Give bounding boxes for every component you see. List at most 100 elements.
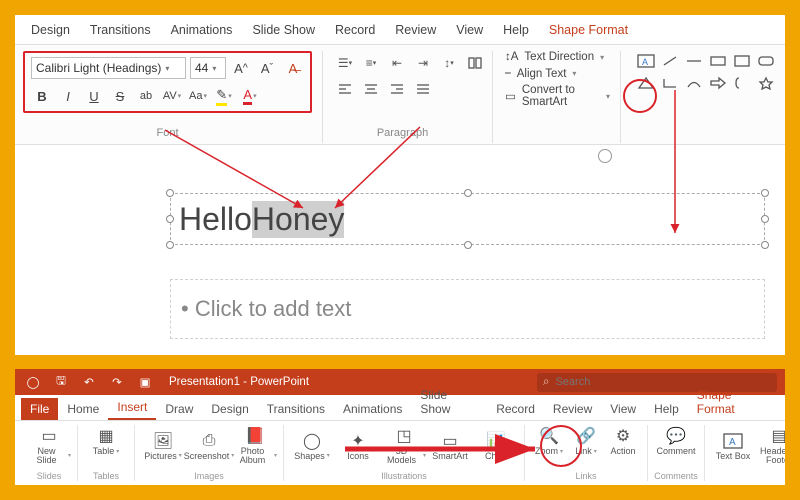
zoom-button[interactable]: 🔍Zoom▾ (531, 425, 567, 456)
menu-bar: Design Transitions Animations Slide Show… (15, 15, 785, 45)
star-shape-icon[interactable] (755, 73, 777, 93)
italic-button[interactable]: I (57, 85, 79, 107)
tab-transitions[interactable]: Transitions (80, 18, 161, 42)
shadow-button[interactable]: ab (135, 85, 157, 107)
save-button[interactable]: 🖫 (51, 372, 71, 392)
text-box-button[interactable]: AText Box (711, 430, 755, 461)
tab-slideshow[interactable]: Slide Show (242, 18, 325, 42)
increase-font-button[interactable]: A^ (230, 57, 252, 79)
undo-button[interactable]: ↶ (79, 372, 99, 392)
body-placeholder[interactable]: • Click to add text (170, 279, 765, 339)
rotate-handle[interactable] (598, 149, 612, 163)
3d-models-button[interactable]: ◳3D Models▾ (382, 425, 426, 466)
tab-review[interactable]: Review (385, 18, 446, 42)
justify-button[interactable] (411, 77, 435, 101)
tab-animations[interactable]: Animations (161, 18, 243, 42)
align-text-button[interactable]: ⎯Align Text▾ (505, 67, 610, 80)
elbow-connector-icon[interactable] (659, 73, 681, 93)
photo-album-button[interactable]: 📕Photo Album▾ (233, 425, 277, 466)
rect-shape-icon[interactable] (731, 51, 753, 71)
highlight-button[interactable]: ✎▾ (213, 85, 235, 107)
align-left-button[interactable] (333, 77, 357, 101)
tab-view[interactable]: View (446, 18, 493, 42)
underline-button[interactable]: U (83, 85, 105, 107)
columns-button[interactable] (463, 51, 487, 75)
tab-shape-format[interactable]: Shape Format (688, 384, 779, 420)
body-placeholder-text: • Click to add text (181, 296, 351, 322)
comment-button[interactable]: 💬Comment (654, 425, 698, 456)
autosave-toggle[interactable]: ◯ (23, 372, 43, 392)
tab-slideshow[interactable]: Slide Show (411, 384, 487, 420)
document-title: Presentation1 - PowerPoint (169, 376, 309, 388)
action-button[interactable]: ⚙Action (605, 425, 641, 456)
images-group-label: Images (141, 471, 277, 481)
strike-button[interactable]: S (109, 85, 131, 107)
link-button[interactable]: 🔗Link▾ (569, 425, 603, 456)
tab-home[interactable]: Home (58, 398, 108, 420)
change-case-button[interactable]: Aa▾ (187, 85, 209, 107)
powerpoint-window-bottom: ◯ 🖫 ↶ ↷ ▣ Presentation1 - PowerPoint ⌕ F… (15, 369, 785, 485)
icons-button[interactable]: ✦Icons (336, 430, 380, 461)
tab-draw[interactable]: Draw (156, 398, 202, 420)
screenshot-icon: ⎙ (198, 430, 220, 452)
line-shape-icon[interactable] (683, 51, 705, 71)
bullets-button[interactable]: ☰▾ (333, 51, 357, 75)
numbering-button[interactable]: ≡▾ (359, 51, 383, 75)
align-right-button[interactable] (385, 77, 409, 101)
arrow-shape-icon[interactable] (707, 73, 729, 93)
decrease-indent-button[interactable]: ⇤ (385, 51, 409, 75)
tab-animations[interactable]: Animations (334, 398, 411, 420)
tab-review[interactable]: Review (544, 398, 601, 420)
chart-button[interactable]: 📊Chart (474, 430, 518, 461)
textbox-shape-icon[interactable]: A (635, 51, 657, 71)
svg-text:A: A (729, 437, 736, 448)
tab-insert[interactable]: Insert (108, 396, 156, 420)
tab-view[interactable]: View (601, 398, 645, 420)
rounded-rect-icon[interactable] (755, 51, 777, 71)
decrease-font-button[interactable]: Aˇ (256, 57, 278, 79)
tab-record[interactable]: Record (487, 398, 544, 420)
brace-shape-icon[interactable] (731, 73, 753, 93)
line-spacing-button[interactable]: ↕▾ (437, 51, 461, 75)
line-shape-icon[interactable] (659, 51, 681, 71)
spacing-button[interactable]: AV▾ (161, 85, 183, 107)
screenshot-button[interactable]: ⎙Screenshot▾ (187, 430, 231, 461)
tab-transitions[interactable]: Transitions (258, 398, 334, 420)
tab-record[interactable]: Record (325, 18, 385, 42)
tab-help[interactable]: Help (645, 398, 688, 420)
font-size-combo[interactable]: 44▾ (190, 57, 226, 79)
tab-design[interactable]: Design (202, 398, 257, 420)
increase-indent-button[interactable]: ⇥ (411, 51, 435, 75)
smartart-button[interactable]: ▭SmartArt (428, 430, 472, 461)
tab-help[interactable]: Help (493, 18, 539, 42)
smartart-icon: ▭ (439, 430, 461, 452)
bold-button[interactable]: B (31, 85, 53, 107)
title-bar: ◯ 🖫 ↶ ↷ ▣ Presentation1 - PowerPoint ⌕ (15, 369, 785, 395)
shapes-gallery[interactable]: A (621, 51, 777, 93)
header-icon: ▤ (768, 425, 785, 447)
link-icon: 🔗 (575, 425, 597, 447)
rect-shape-icon[interactable] (707, 51, 729, 71)
pictures-button[interactable]: 🖼Pictures▾ (141, 430, 185, 461)
ribbon-tabs: File Home Insert Draw Design Transitions… (15, 395, 785, 421)
slide-canvas[interactable]: Hello Honey • Click to add text (170, 175, 765, 345)
start-slideshow-button[interactable]: ▣ (135, 372, 155, 392)
text-direction-button[interactable]: ↕AText Direction▾ (505, 51, 610, 63)
title-placeholder[interactable]: Hello Honey (170, 193, 765, 245)
table-button[interactable]: ▦Table▾ (84, 425, 128, 456)
font-color-button[interactable]: A▾ (239, 85, 261, 107)
shapes-button[interactable]: ◯Shapes▾ (290, 430, 334, 461)
redo-button[interactable]: ↷ (107, 372, 127, 392)
tab-design[interactable]: Design (21, 18, 80, 42)
font-name-combo[interactable]: Calibri Light (Headings)▾ (31, 57, 186, 79)
triangle-shape-icon[interactable] (635, 73, 657, 93)
new-slide-button[interactable]: ▭New Slide▾ (27, 425, 71, 466)
tab-shape-format[interactable]: Shape Format (539, 18, 638, 42)
album-icon: 📕 (244, 425, 266, 447)
align-center-button[interactable] (359, 77, 383, 101)
clear-format-button[interactable]: A̶ (282, 57, 304, 79)
convert-smartart-button[interactable]: ▭Convert to SmartArt▾ (505, 84, 610, 108)
tab-file[interactable]: File (21, 398, 58, 420)
curve-shape-icon[interactable] (683, 73, 705, 93)
header-footer-button[interactable]: ▤Header & Footer (757, 425, 785, 466)
